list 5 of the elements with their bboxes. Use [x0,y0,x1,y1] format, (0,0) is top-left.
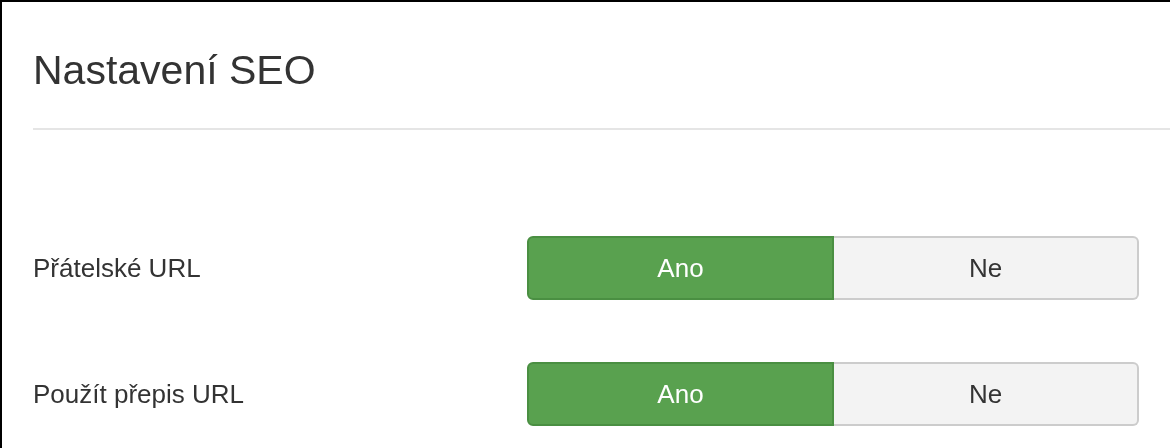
field-label: Přátelské URL [33,252,202,284]
section-title: Nastavení SEO [33,46,317,94]
toggle-option[interactable]: Ne [834,236,1139,300]
toggle-option[interactable]: Ne [834,362,1139,426]
field-label: Použít přepis URL [33,378,245,410]
